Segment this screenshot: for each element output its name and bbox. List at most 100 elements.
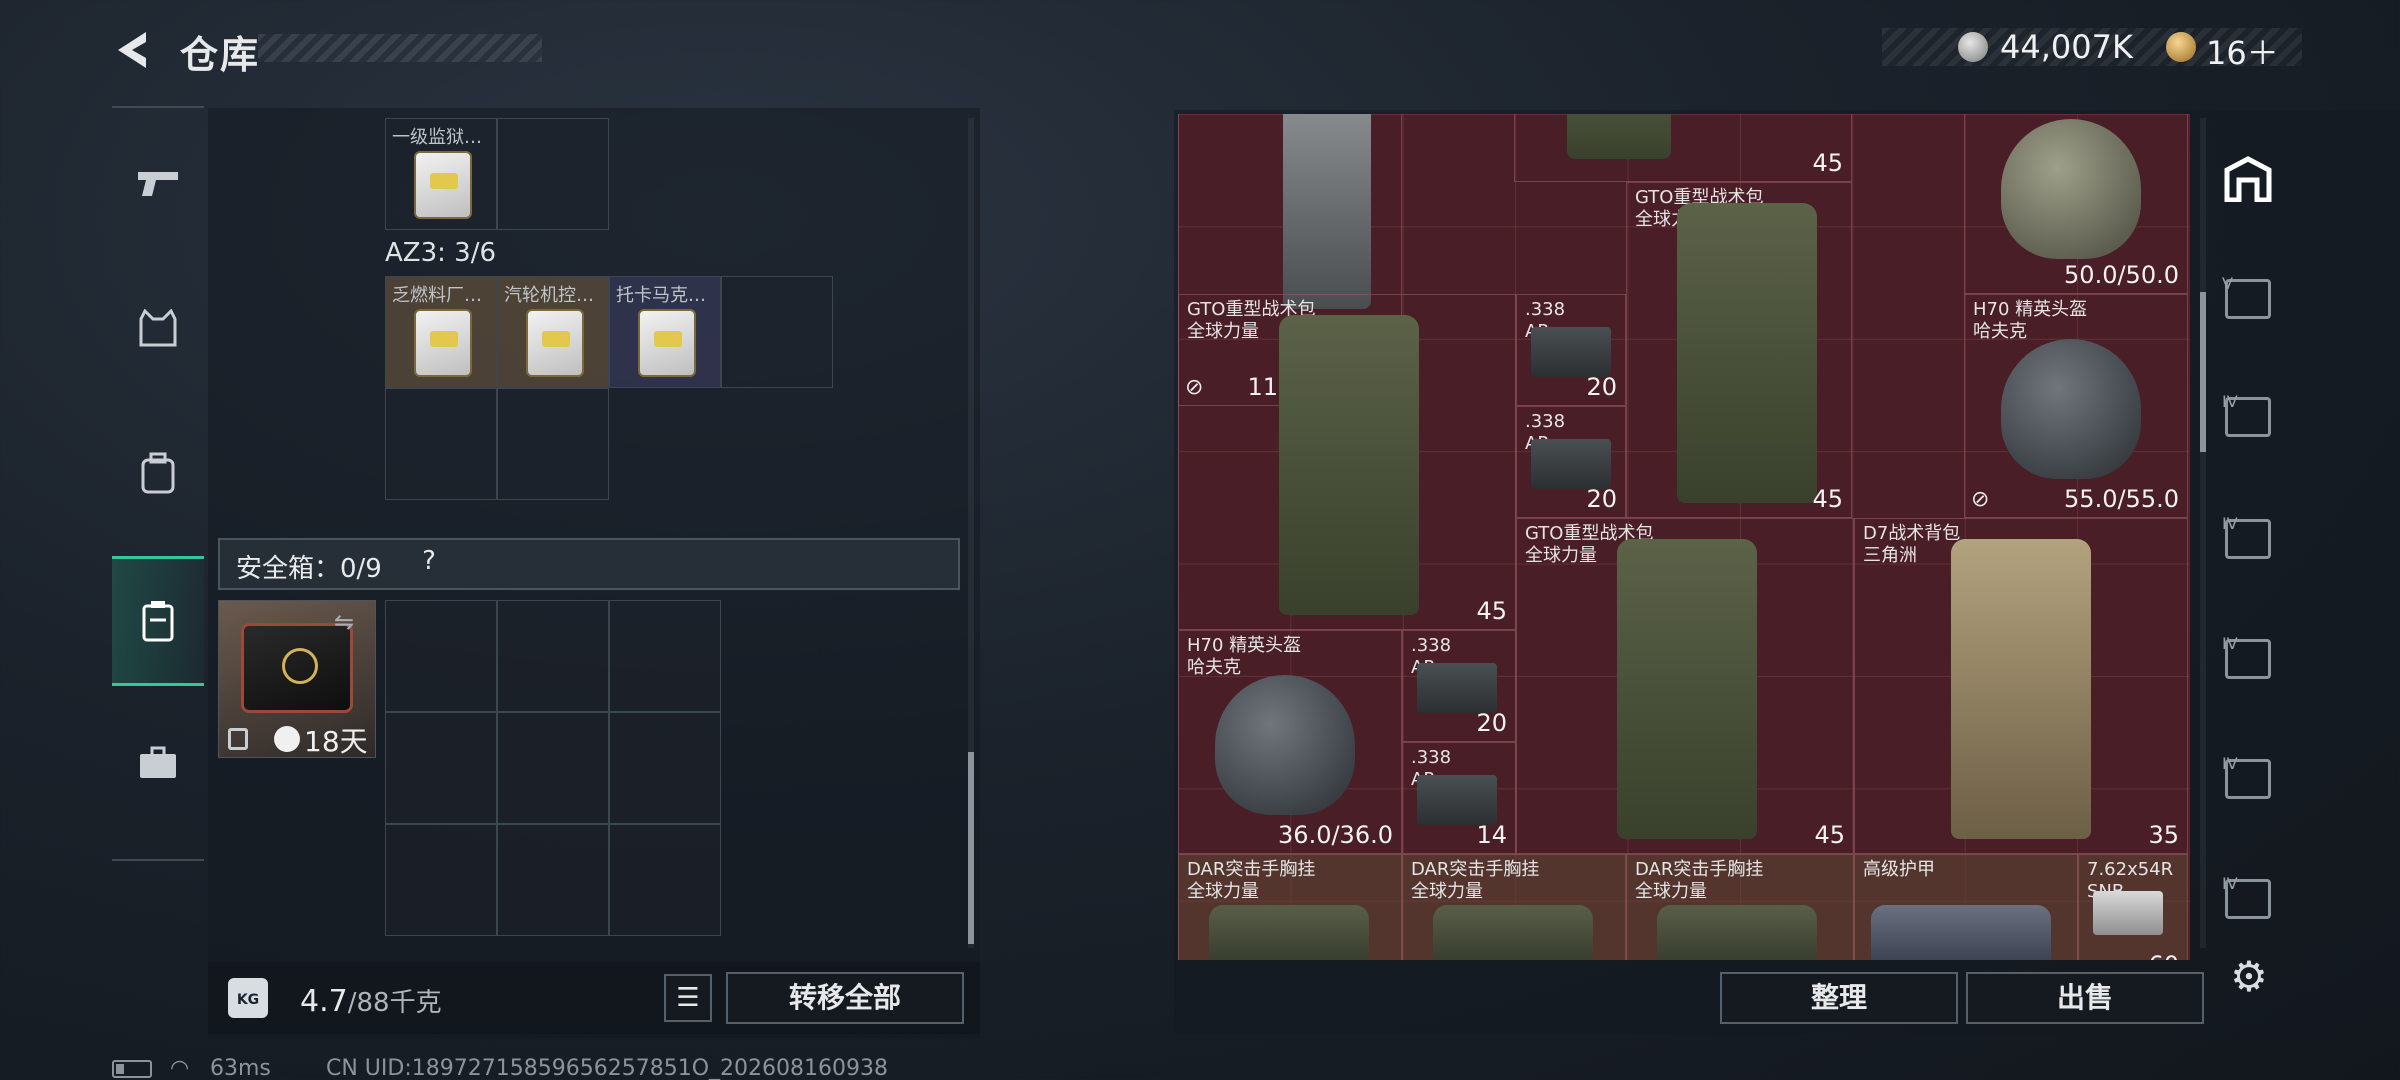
vest-icon xyxy=(139,309,177,347)
safe-slot[interactable] xyxy=(385,712,497,824)
inventory-slot[interactable] xyxy=(497,388,609,500)
safe-slot[interactable] xyxy=(497,600,609,712)
stash-item-ammo[interactable]: 7.62x54R SNB 60 xyxy=(2078,854,2188,960)
helmet-icon xyxy=(2001,119,2141,259)
sort-button[interactable]: 整理 xyxy=(1720,972,1958,1024)
safe-slot[interactable] xyxy=(609,824,721,936)
safe-slot[interactable] xyxy=(609,712,721,824)
backpack-icon xyxy=(1677,203,1817,503)
inventory-item[interactable]: 一级监狱… xyxy=(385,118,497,230)
gear-icon: ⚙ xyxy=(2230,952,2268,1001)
tab-stash-4[interactable]: IV xyxy=(2214,614,2282,704)
stash-item-backpack[interactable]: 45 xyxy=(1514,114,1852,182)
ammo-box-icon xyxy=(1417,775,1497,825)
vest-icon xyxy=(1433,905,1593,960)
stash-item-ammo[interactable]: .338 AP 20 xyxy=(1516,406,1626,518)
stash-item-backpack[interactable]: D7战术背包 三角洲 35 xyxy=(1854,518,2188,854)
inventory-slot[interactable] xyxy=(497,118,609,230)
item-label: DAR突击手胸挂 全球力量 xyxy=(1187,859,1316,902)
gold-amount[interactable]: 16＋ xyxy=(2206,28,2279,74)
list-view-button[interactable]: ☰ xyxy=(664,974,712,1022)
silver-amount: 44,007K xyxy=(2000,28,2133,66)
swap-icon[interactable]: ⇋ xyxy=(334,608,354,636)
stash-item-vest[interactable]: DAR突击手胸挂 全球力量 xyxy=(1626,854,1854,960)
settings-button[interactable]: ⚙ xyxy=(2224,952,2274,1002)
silver-coin-icon xyxy=(1958,32,1988,62)
item-durability: 36.0/36.0 xyxy=(1278,821,1393,849)
vest-icon xyxy=(1657,905,1817,960)
nav-vests[interactable] xyxy=(112,263,204,393)
transfer-all-button[interactable]: 转移全部 xyxy=(726,972,964,1024)
stash-item-vest[interactable]: DAR突击手胸挂 全球力量 xyxy=(1402,854,1626,960)
item-label: 高级护甲 xyxy=(1863,859,1935,880)
nav-weapons[interactable] xyxy=(112,118,204,248)
stash-scrollbar[interactable] xyxy=(2200,118,2206,948)
item-count: 20 xyxy=(1586,485,1617,513)
helmet-icon xyxy=(1215,675,1355,815)
sell-button[interactable]: 出售 xyxy=(1966,972,2204,1024)
item-label: DAR突击手胸挂 全球力量 xyxy=(1635,859,1764,902)
stash-item-backpack[interactable]: GTO重型战术包 全球力量 45 xyxy=(1178,294,1516,630)
tab-stash-6[interactable]: IV xyxy=(2214,854,2282,944)
pistol-icon xyxy=(138,172,178,196)
stash-item-ammo[interactable]: .338 AP 20 xyxy=(1402,630,1516,742)
safe-days-remaining: 18天 xyxy=(304,725,368,758)
battery-icon xyxy=(112,1060,152,1078)
back-button[interactable] xyxy=(110,26,158,74)
item-count: 20 xyxy=(1476,709,1507,737)
tab-warehouse[interactable] xyxy=(2214,134,2282,224)
tab-label: IV xyxy=(2222,754,2238,773)
safe-slot[interactable] xyxy=(385,600,497,712)
inventory-slot[interactable] xyxy=(721,276,833,388)
stash-item-ammo[interactable]: .338 AP 14 xyxy=(1402,742,1516,854)
safe-slot[interactable] xyxy=(497,712,609,824)
ammo-box-icon xyxy=(1531,439,1611,489)
stash-item-helmet[interactable]: 50.0/50.0 xyxy=(1964,114,2188,294)
safe-slot[interactable] xyxy=(497,824,609,936)
stash-item-backpack[interactable]: GTO重型战术包 全球力量 45 xyxy=(1626,182,1852,518)
item-durability: 55.0/55.0 xyxy=(2064,485,2179,513)
stash-item-helmet[interactable]: H70 精英头盔 哈夫克 36.0/36.0 xyxy=(1178,630,1402,854)
az3-capacity-label: AZ3: 3/6 xyxy=(385,238,497,268)
help-button[interactable]: ? xyxy=(412,546,446,580)
inventory-scroll-thumb[interactable] xyxy=(968,752,974,944)
stash-scroll-thumb[interactable] xyxy=(2200,292,2206,452)
item-label: D7战术背包 三角洲 xyxy=(1863,523,1961,566)
safe-slot[interactable] xyxy=(609,600,721,712)
item-label: 托卡马克… xyxy=(616,285,706,306)
backpack-icon xyxy=(1279,315,1419,615)
inventory-slot[interactable] xyxy=(385,388,497,500)
left-category-nav xyxy=(112,106,204,861)
tab-stash-3[interactable]: IV xyxy=(2214,494,2282,584)
chest-rig-icon xyxy=(1283,114,1371,309)
inventory-item[interactable]: 乏燃料厂… xyxy=(385,276,497,388)
stash-item-vest[interactable]: DAR突击手胸挂 全球力量 xyxy=(1178,854,1402,960)
item-label: H70 精英头盔 哈夫克 xyxy=(1187,635,1302,678)
item-count: 45 xyxy=(1814,821,1845,849)
item-count: 60 xyxy=(2148,951,2179,960)
nav-backpacks[interactable] xyxy=(112,408,204,538)
stash-grid: ⊘ 115.0/115.0 45 50.0/50.0 GTO重型战术包 全球力量… xyxy=(1178,114,2190,960)
inventory-item[interactable]: 汽轮机控… xyxy=(497,276,609,388)
stash-item-backpack[interactable]: GTO重型战术包 全球力量 45 xyxy=(1516,518,1854,854)
tab-stash-1[interactable]: V xyxy=(2214,254,2282,344)
vest-icon xyxy=(1209,905,1369,960)
stash-item-armor[interactable]: 高级护甲 xyxy=(1854,854,2078,960)
tab-stash-2[interactable]: IV xyxy=(2214,372,2282,462)
nav-safe-case[interactable] xyxy=(112,556,204,686)
weight-max: /88千克 xyxy=(347,988,442,1018)
tab-stash-5[interactable]: IV xyxy=(2214,734,2282,824)
keycard-icon xyxy=(414,309,472,377)
nav-toolbox[interactable] xyxy=(112,698,204,828)
armor-icon xyxy=(1871,905,2051,960)
keycard-icon xyxy=(414,151,472,219)
inventory-item[interactable]: 托卡马克… xyxy=(609,276,721,388)
item-count: 45 xyxy=(1812,149,1843,177)
stash-item-ammo[interactable]: .338 AP 20 xyxy=(1516,294,1626,406)
stash-item-helmet[interactable]: H70 精英头盔 哈夫克 ⊘ 55.0/55.0 xyxy=(1964,294,2188,518)
tab-label: IV xyxy=(2222,634,2238,653)
keycard-icon xyxy=(526,309,584,377)
safe-slot[interactable] xyxy=(385,824,497,936)
lock-icon xyxy=(228,728,248,750)
case-icon xyxy=(142,601,174,642)
